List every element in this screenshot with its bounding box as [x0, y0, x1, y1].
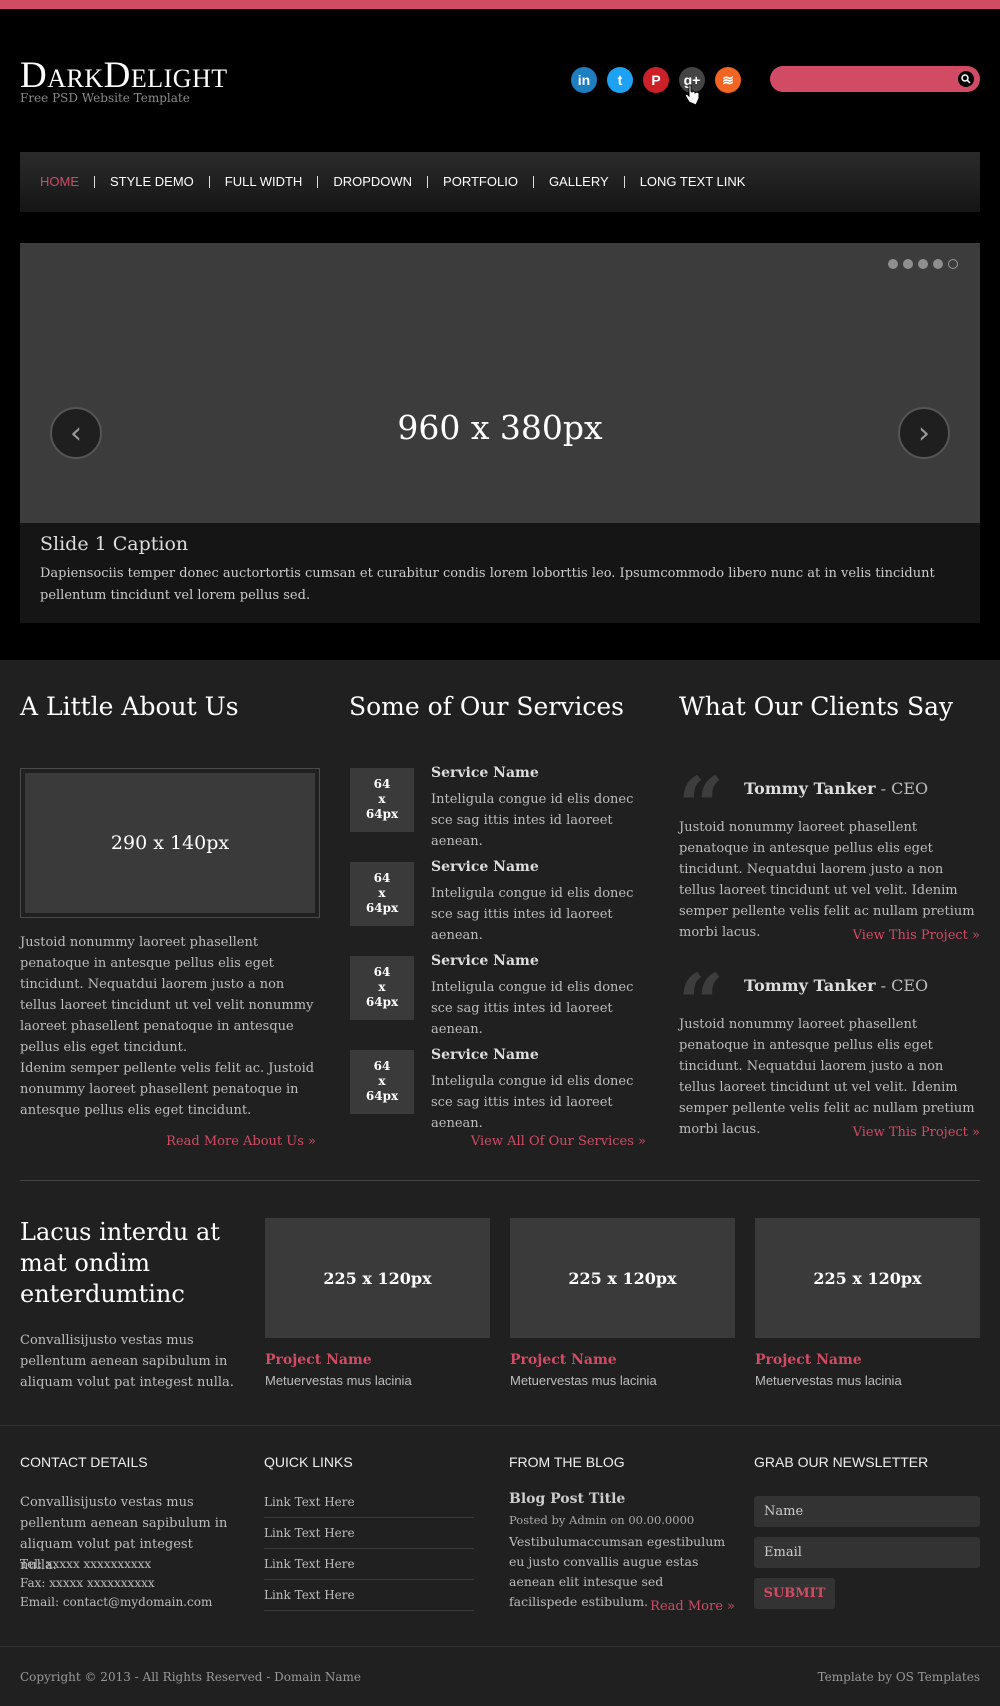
blog-post-title[interactable]: Blog Post Title	[509, 1491, 625, 1507]
project-image[interactable]: 225 x 120px	[510, 1218, 735, 1338]
about-paragraph-2: Idenim semper pellente velis felit ac. J…	[20, 1061, 315, 1118]
newsletter-submit-button[interactable]: SUBMIT	[754, 1578, 835, 1609]
slider-dot-3[interactable]	[918, 259, 928, 269]
nav-item-style-demo[interactable]: STYLE DEMO	[94, 175, 209, 188]
search-bar[interactable]	[770, 66, 980, 92]
main-content: A Little About Us 290 x 140px Justoid no…	[0, 660, 1000, 1425]
project-name[interactable]: Project Name	[265, 1352, 372, 1368]
about-title: A Little About Us	[20, 692, 239, 721]
quick-link[interactable]: Link Text Here	[264, 1588, 474, 1611]
projects-intro: Convallisijusto vestas mus pellentum aen…	[20, 1333, 234, 1390]
blog-read-more-link[interactable]: Read More »	[509, 1599, 735, 1614]
hand-cursor-icon	[684, 84, 700, 106]
service-image: 64 x 64px	[350, 862, 414, 926]
about-paragraph-1: Justoid nonummy laoreet phasellent penat…	[20, 935, 314, 1055]
slider-prev-button[interactable]: ‹	[50, 407, 102, 459]
search-button[interactable]	[958, 71, 974, 87]
service-description: Inteligula congue id elis donec sce sag …	[431, 1074, 634, 1131]
newsletter-title: GRAB OUR NEWSLETTER	[754, 1454, 929, 1470]
caption-title: Slide 1 Caption	[40, 533, 189, 555]
service-name[interactable]: Service Name	[431, 765, 539, 781]
newsletter-email-field[interactable]	[754, 1537, 980, 1568]
service-description: Inteligula congue id elis donec sce sag …	[431, 886, 634, 943]
nav-item-portfolio[interactable]: PORTFOLIO	[427, 175, 533, 188]
service-name[interactable]: Service Name	[431, 953, 539, 969]
blog-title: FROM THE BLOG	[509, 1454, 625, 1470]
linkedin-icon[interactable]: in	[571, 67, 597, 93]
quick-links-title: QUICK LINKS	[264, 1454, 353, 1470]
nav-item-gallery[interactable]: GALLERY	[532, 175, 624, 188]
project-description: Metuervestas mus lacinia	[265, 1373, 412, 1388]
project-name[interactable]: Project Name	[510, 1352, 617, 1368]
service-description: Inteligula congue id elis donec sce sag …	[431, 980, 634, 1037]
view-all-services-link[interactable]: View All Of Our Services »	[349, 1134, 646, 1149]
rss-icon[interactable]: ≋	[715, 67, 741, 93]
project-description: Metuervestas mus lacinia	[755, 1373, 902, 1388]
project-name[interactable]: Project Name	[755, 1352, 862, 1368]
services-title: Some of Our Services	[349, 692, 624, 721]
quick-link[interactable]: Link Text Here	[264, 1495, 474, 1518]
footer: CONTACT DETAILS Convallisijusto vestas m…	[0, 1425, 1000, 1706]
contact-tel: Tel: xxxxx xxxxxxxxxx	[20, 1557, 152, 1571]
contact-fax: Fax: xxxxx xxxxxxxxxx	[20, 1576, 155, 1590]
chevron-left-icon: ‹	[70, 415, 82, 451]
read-more-about-link[interactable]: Read More About Us »	[20, 1134, 316, 1149]
client-testimonial: Justoid nonummy laoreet phasellent penat…	[679, 820, 975, 940]
client-name: Tommy Tanker - CEO	[744, 976, 929, 995]
clients-title: What Our Clients Say	[679, 692, 954, 721]
site-tagline: Free PSD Website Template	[20, 91, 190, 105]
main-navigation: HOME STYLE DEMO FULL WIDTH DROPDOWN PORT…	[20, 152, 980, 212]
nav-item-dropdown[interactable]: DROPDOWN	[317, 175, 427, 188]
slider-placeholder: 960 x 380px	[397, 408, 603, 447]
project-description: Metuervestas mus lacinia	[510, 1373, 657, 1388]
newsletter-name-field[interactable]	[754, 1496, 980, 1527]
service-image: 64 x 64px	[350, 768, 414, 832]
client-testimonial: Justoid nonummy laoreet phasellent penat…	[679, 1017, 975, 1137]
about-image-placeholder: 290 x 140px	[25, 773, 315, 913]
service-name[interactable]: Service Name	[431, 1047, 539, 1063]
pinterest-icon[interactable]: P	[643, 67, 669, 93]
search-icon	[961, 74, 971, 84]
chevron-right-icon: ›	[918, 415, 930, 451]
project-image[interactable]: 225 x 120px	[265, 1218, 490, 1338]
contact-title: CONTACT DETAILS	[20, 1454, 148, 1470]
template-credit[interactable]: Template by OS Templates	[818, 1670, 980, 1684]
quick-link[interactable]: Link Text Here	[264, 1526, 474, 1549]
top-accent-bar	[0, 0, 1000, 9]
nav-item-long-text-link[interactable]: LONG TEXT LINK	[623, 175, 761, 188]
service-image: 64 x 64px	[350, 956, 414, 1020]
slider-dot-5[interactable]	[948, 259, 958, 269]
service-image: 64 x 64px	[350, 1050, 414, 1114]
caption-text: Dapiensociis temper donec auctortortis c…	[40, 566, 935, 603]
view-project-link[interactable]: View This Project »	[679, 928, 980, 943]
view-project-link[interactable]: View This Project »	[679, 1125, 980, 1140]
slider-caption: Slide 1 Caption Dapiensociis temper done…	[20, 523, 980, 623]
slider-dot-1[interactable]	[888, 259, 898, 269]
footer-divider	[0, 1646, 1000, 1647]
projects-title: Lacus interdu at mat ondim enterdumtinc	[20, 1218, 220, 1308]
site-logo[interactable]: DarkDelight	[20, 56, 228, 96]
slider-dot-4[interactable]	[933, 259, 943, 269]
project-image[interactable]: 225 x 120px	[755, 1218, 980, 1338]
slider-dot-2[interactable]	[903, 259, 913, 269]
twitter-icon[interactable]: t	[607, 67, 633, 93]
client-role: - CEO	[875, 779, 929, 798]
image-slider: 960 x 380px ‹ ›	[20, 243, 980, 523]
nav-item-home[interactable]: HOME	[40, 175, 94, 188]
service-name[interactable]: Service Name	[431, 859, 539, 875]
client-role: - CEO	[875, 976, 929, 995]
blog-post-meta: Posted by Admin on 00.00.0000	[509, 1513, 695, 1527]
quick-link[interactable]: Link Text Here	[264, 1557, 474, 1580]
client-name: Tommy Tanker - CEO	[744, 779, 929, 798]
contact-email: Email: contact@mydomain.com	[20, 1595, 213, 1609]
nav-item-full-width[interactable]: FULL WIDTH	[208, 175, 318, 188]
copyright-text: Copyright © 2013 - All Rights Reserved -…	[20, 1670, 362, 1684]
slider-next-button[interactable]: ›	[898, 407, 950, 459]
service-description: Inteligula congue id elis donec sce sag …	[431, 792, 634, 849]
about-image: 290 x 140px	[20, 768, 320, 918]
search-input[interactable]	[782, 70, 952, 88]
section-divider	[20, 1180, 980, 1181]
